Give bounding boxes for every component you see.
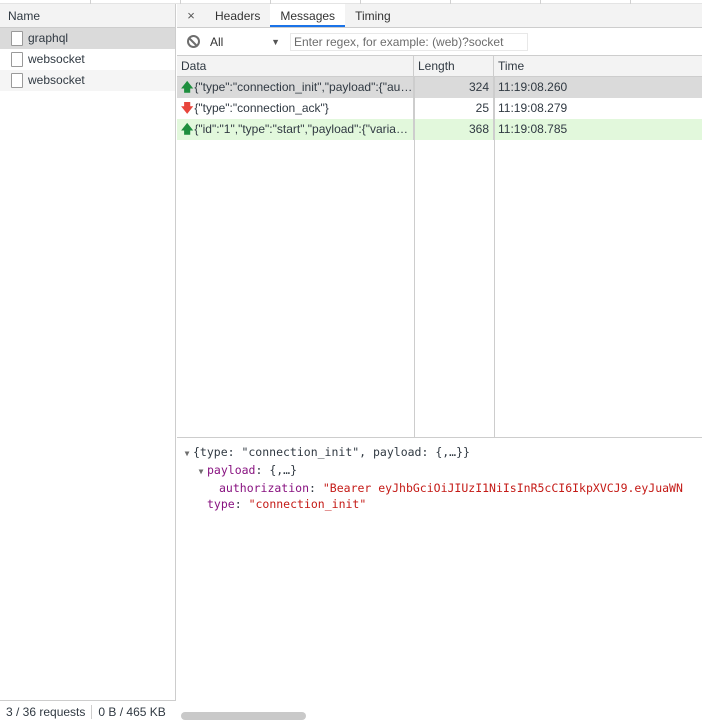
request-row-graphql[interactable]: graphql [0, 28, 175, 49]
details-tab-bar: × Headers Messages Timing [177, 4, 702, 28]
message-detail-viewer: ▼ {type: "connection_init", payload: {,…}… [177, 438, 702, 518]
tab-headers[interactable]: Headers [205, 4, 270, 27]
message-type-select[interactable]: All ▼ [210, 35, 280, 49]
column-header-time[interactable]: Time [494, 56, 702, 76]
column-header-data[interactable]: Data [177, 56, 414, 76]
type-value: "connection_init" [248, 497, 367, 511]
clear-messages-icon[interactable] [187, 35, 200, 48]
authorization-key: authorization [219, 481, 310, 495]
message-row[interactable]: 🡇{"type":"connection_ack"} 25 11:19:08.2… [177, 98, 702, 119]
detail-type-line: type: "connection_init" [207, 497, 367, 511]
authorization-value: "Bearer eyJhbGciOiJIUzI1NiIsInR5cCI6IkpX… [322, 481, 683, 495]
type-key: type [207, 497, 235, 511]
payload-key: payload [207, 463, 256, 477]
request-details-panel: × Headers Messages Timing All ▼ Data Len… [177, 4, 702, 722]
message-row[interactable]: 🡅{"type":"connection_init","payload":{"a… [177, 77, 702, 98]
tab-messages[interactable]: Messages [270, 4, 346, 27]
message-type-value: All [210, 34, 224, 49]
horizontal-scrollbar[interactable] [181, 712, 306, 720]
message-data: 🡅{"type":"connection_init","payload":{"a… [177, 77, 414, 98]
messages-grid: Data Length Time 🡅{"type":"connection_in… [177, 56, 702, 438]
request-row-websocket[interactable]: websocket [0, 70, 175, 91]
message-data-text: {"type":"connection_init","payload":{"au… [194, 80, 413, 94]
message-length: 368 [414, 119, 494, 140]
detail-payload-line[interactable]: ▼ payload: {,…} [181, 462, 698, 480]
request-name: graphql [28, 31, 69, 45]
transfer-size: 0 B / 465 KB [98, 704, 166, 719]
expand-triangle-icon[interactable]: ▼ [181, 446, 193, 462]
messages-grid-header: Data Length Time [177, 56, 702, 77]
message-data-text: {"type":"connection_ack"} [194, 101, 329, 115]
message-time: 11:19:08.279 [498, 101, 568, 115]
arrow-up-icon: 🡅 [181, 122, 194, 136]
close-icon[interactable]: × [177, 4, 205, 27]
request-name: websocket [28, 73, 85, 87]
document-icon [11, 73, 23, 88]
document-icon [11, 52, 23, 67]
document-icon [11, 31, 23, 46]
message-data: 🡅{"id":"1","type":"start","payload":{"va… [177, 119, 414, 140]
payload-preview: {,…} [269, 463, 298, 477]
arrow-up-icon: 🡅 [181, 80, 194, 94]
message-data: 🡇{"type":"connection_ack"} [177, 98, 414, 119]
request-count: 3 / 36 requests [6, 704, 86, 719]
network-status-bar: 3 / 36 requests 0 B / 465 KB [0, 700, 176, 722]
expand-triangle-icon[interactable]: ▼ [195, 464, 207, 480]
detail-root-line[interactable]: ▼ {type: "connection_init", payload: {,…}… [181, 444, 698, 462]
message-length: 25 [414, 98, 494, 119]
messages-filter-bar: All ▼ [177, 28, 702, 56]
detail-summary: {type: "connection_init", payload: {,…}} [193, 445, 470, 459]
chevron-down-icon: ▼ [271, 36, 280, 47]
message-row[interactable]: 🡅{"id":"1","type":"start","payload":{"va… [177, 119, 702, 140]
request-row-websocket[interactable]: websocket [0, 49, 175, 70]
message-time: 11:19:08.260 [498, 80, 568, 94]
column-header-length[interactable]: Length [414, 56, 494, 76]
detail-authorization-line: authorization: "Bearer eyJhbGciOiJIUzI1N… [219, 481, 683, 495]
name-column-header[interactable]: Name [0, 4, 175, 28]
message-data-text: {"id":"1","type":"start","payload":{"var… [194, 122, 413, 136]
request-name: websocket [28, 52, 85, 66]
message-length: 324 [414, 77, 494, 98]
tab-timing[interactable]: Timing [345, 4, 401, 27]
message-time: 11:19:08.785 [498, 122, 568, 136]
arrow-down-icon: 🡇 [181, 101, 194, 115]
request-list-panel: Name graphql websocket websocket 3 / 36 … [0, 4, 176, 722]
message-filter-input[interactable] [290, 32, 528, 51]
